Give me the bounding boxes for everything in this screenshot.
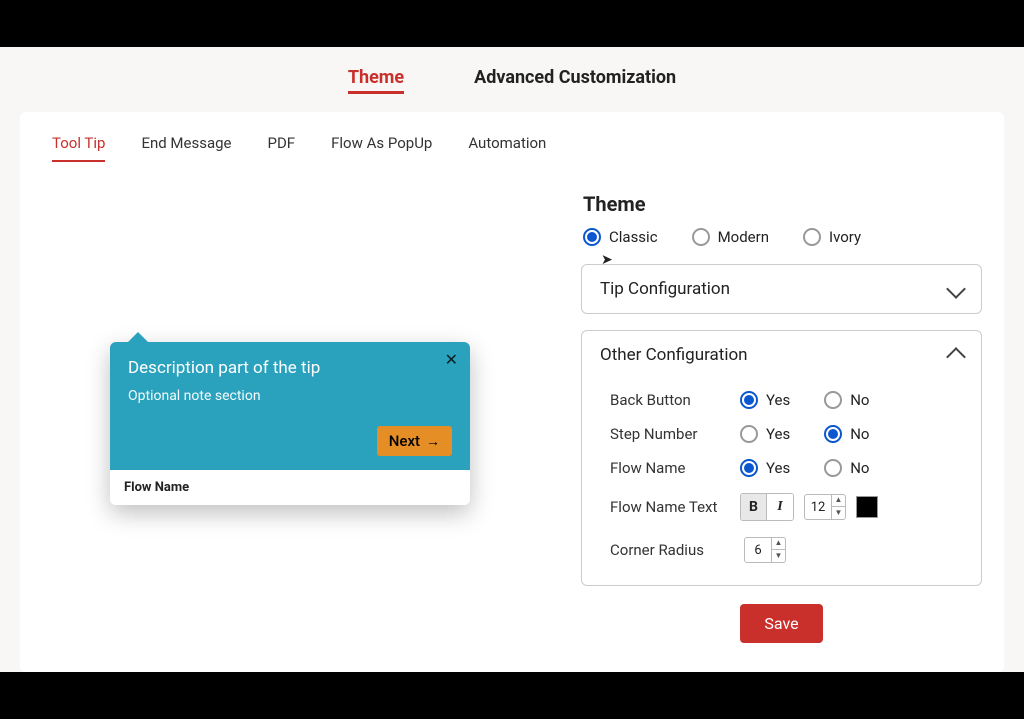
field-label: Corner Radius <box>610 541 740 559</box>
font-size-input[interactable]: 12 ▲ ▼ <box>804 494 846 520</box>
tooltip-note: Optional note section <box>128 388 452 404</box>
radio-circle-icon <box>824 459 842 477</box>
radio-label: No <box>850 459 869 477</box>
tooltip-preview-area: ✕ Description part of the tip Optional n… <box>40 172 559 643</box>
tooltip-preview-card: ✕ Description part of the tip Optional n… <box>110 342 470 505</box>
field-label: Flow Name Text <box>610 498 740 516</box>
arrow-right-icon: → <box>426 433 440 450</box>
radio-label: Ivory <box>829 228 861 246</box>
theme-radio-group: Classic ➤ Modern Ivory <box>583 228 984 246</box>
radio-label: Yes <box>766 391 790 409</box>
accordion-title: Tip Configuration <box>600 279 730 299</box>
radio-circle-icon <box>583 228 601 246</box>
accordion-other-configuration: Other Configuration Back Button Yes <box>581 330 982 586</box>
spinner-down-icon[interactable]: ▼ <box>772 550 785 563</box>
bottom-black-bar <box>0 672 1024 719</box>
top-black-bar <box>0 0 1024 47</box>
accordion-title: Other Configuration <box>600 345 748 365</box>
sub-tab-pdf[interactable]: PDF <box>268 134 296 162</box>
field-flow-name: Flow Name Yes No <box>610 451 963 485</box>
color-swatch[interactable] <box>856 496 878 518</box>
radio-circle-icon <box>824 425 842 443</box>
save-button[interactable]: Save <box>740 604 822 643</box>
spinner-up-icon[interactable]: ▲ <box>832 494 845 507</box>
sub-tab-automation[interactable]: Automation <box>468 134 546 162</box>
radio-circle-icon <box>803 228 821 246</box>
top-tabs: Theme Advanced Customization <box>0 47 1024 102</box>
format-group: B I <box>740 493 794 521</box>
tooltip-arrow-icon <box>128 332 148 342</box>
radio-circle-icon <box>692 228 710 246</box>
corner-radius-input[interactable]: 6 ▲ ▼ <box>744 537 786 563</box>
spinner-value: 6 <box>745 543 771 558</box>
radio-label: Modern <box>718 228 769 246</box>
radio-label: No <box>850 425 869 443</box>
field-back-button: Back Button Yes No <box>610 383 963 417</box>
radio-theme-ivory[interactable]: Ivory <box>803 228 861 246</box>
radio-theme-classic[interactable]: Classic <box>583 228 658 246</box>
field-flow-name-text: Flow Name Text B I 12 ▲ ▼ <box>610 485 963 529</box>
radio-circle-icon <box>824 391 842 409</box>
field-step-number: Step Number Yes No <box>610 417 963 451</box>
radio-back-button-yes[interactable]: Yes <box>740 391 790 409</box>
tab-advanced-customization[interactable]: Advanced Customization <box>474 67 676 92</box>
radio-circle-icon <box>740 391 758 409</box>
tooltip-next-label: Next <box>389 432 420 450</box>
field-corner-radius: Corner Radius 6 ▲ ▼ <box>610 529 963 571</box>
spinner-down-icon[interactable]: ▼ <box>832 507 845 520</box>
radio-step-number-no[interactable]: No <box>824 425 869 443</box>
tooltip-close-button[interactable]: ✕ <box>445 350 458 369</box>
accordion-header-tip-configuration[interactable]: Tip Configuration <box>582 265 981 313</box>
accordion-header-other-configuration[interactable]: Other Configuration <box>582 331 981 379</box>
sub-tab-end-message[interactable]: End Message <box>141 134 231 162</box>
spinner-value: 12 <box>805 500 831 515</box>
radio-step-number-yes[interactable]: Yes <box>740 425 790 443</box>
radio-circle-icon <box>740 425 758 443</box>
sub-tabs: Tool Tip End Message PDF Flow As PopUp A… <box>20 112 1004 172</box>
chevron-down-icon <box>946 279 966 299</box>
radio-label: Yes <box>766 425 790 443</box>
tooltip-flow-name: Flow Name <box>110 470 470 505</box>
radio-circle-icon <box>740 459 758 477</box>
theme-section-title: Theme <box>583 192 984 216</box>
sub-tab-tooltip[interactable]: Tool Tip <box>52 134 105 162</box>
chevron-up-icon <box>946 347 966 367</box>
radio-flow-name-yes[interactable]: Yes <box>740 459 790 477</box>
bold-button[interactable]: B <box>741 494 767 520</box>
spinner-up-icon[interactable]: ▲ <box>772 537 785 550</box>
tooltip-description: Description part of the tip <box>128 358 452 378</box>
radio-label: Yes <box>766 459 790 477</box>
radio-label: Classic <box>609 228 658 246</box>
tab-theme[interactable]: Theme <box>348 67 404 92</box>
tooltip-next-button[interactable]: Next → <box>377 426 452 456</box>
radio-back-button-no[interactable]: No <box>824 391 869 409</box>
radio-theme-modern[interactable]: Modern <box>692 228 769 246</box>
field-label: Back Button <box>610 391 740 409</box>
italic-button[interactable]: I <box>767 494 793 520</box>
field-label: Flow Name <box>610 459 740 477</box>
accordion-tip-configuration: Tip Configuration <box>581 264 982 314</box>
main-panel: Tool Tip End Message PDF Flow As PopUp A… <box>20 112 1004 672</box>
field-label: Step Number <box>610 425 740 443</box>
radio-flow-name-no[interactable]: No <box>824 459 869 477</box>
sub-tab-flow-popup[interactable]: Flow As PopUp <box>331 134 432 162</box>
radio-label: No <box>850 391 869 409</box>
